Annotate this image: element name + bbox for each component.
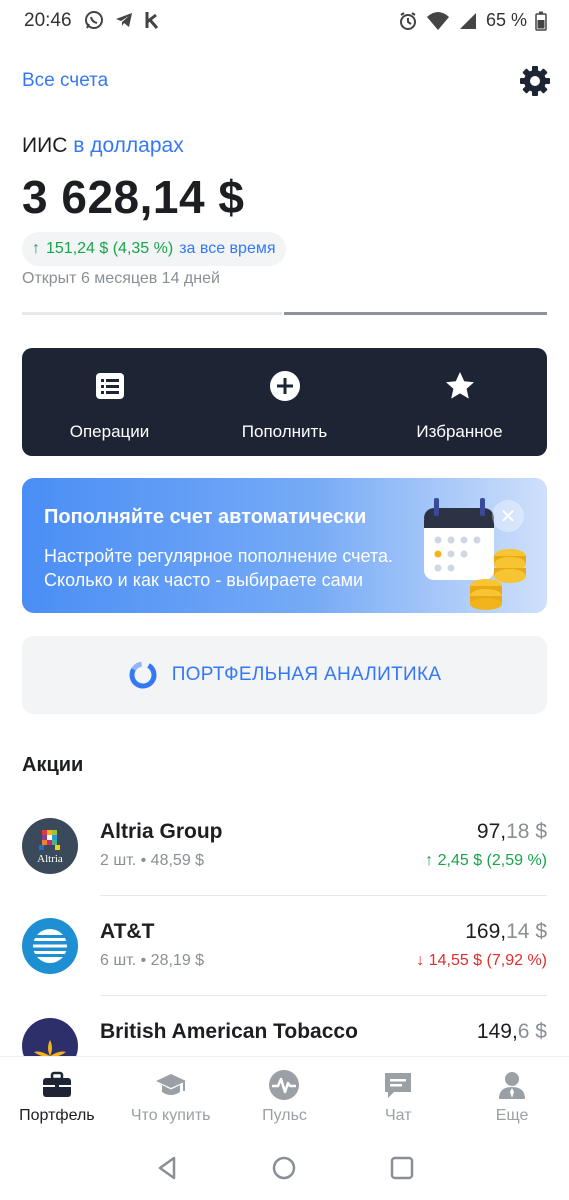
att-globe-logo <box>22 918 78 974</box>
recents-icon[interactable] <box>388 1154 416 1182</box>
whatsapp-icon <box>85 11 103 29</box>
nav-portfolio[interactable]: Портфель <box>0 1057 114 1136</box>
battery-percent: 65 % <box>485 10 527 30</box>
list-icon <box>95 373 124 399</box>
stock-price-cents: 6 $ <box>517 1020 547 1043</box>
nav-what-to-buy-label: Что купить <box>130 1107 211 1124</box>
row-divider <box>100 895 547 896</box>
briefcase-icon <box>42 1071 71 1097</box>
all-accounts-link[interactable]: Все счета <box>22 70 108 92</box>
nav-pulse-label: Пульс <box>262 1107 307 1124</box>
stock-row-att[interactable]: AT&T 6 шт. • 28,19 $ 169,14 $ ↓ 14,55 $ … <box>22 898 547 996</box>
altria-logo: Altria <box>22 818 78 874</box>
stock-price-cents: 18 $ <box>506 820 547 843</box>
gear-icon[interactable] <box>518 64 552 98</box>
wifi-icon <box>426 11 449 30</box>
stock-price-main: 169, <box>465 920 507 943</box>
operations-label: Операции <box>69 422 150 441</box>
banner-text-line-2: Сколько и как часто - выбираете сами <box>44 570 364 590</box>
altria-logo-text: Altria <box>37 853 63 865</box>
favorites-button[interactable]: Избранное <box>372 348 547 456</box>
stock-name: Altria Group <box>100 820 223 843</box>
stock-name: AT&T <box>100 920 155 943</box>
page-indicator <box>22 312 547 315</box>
chat-icon <box>385 1073 412 1098</box>
yield-value: 151,24 $ (4,35 %) <box>46 240 174 257</box>
stock-price-main: 97, <box>476 820 507 843</box>
status-time: 20:46 <box>24 10 72 31</box>
stock-row-altria[interactable]: Altria Altria Group 2 шт. • 48,59 $ 97,1… <box>22 798 547 896</box>
signal-icon <box>459 12 476 29</box>
nav-pulse[interactable]: Пульс <box>228 1057 342 1136</box>
alarm-icon <box>399 11 416 30</box>
page-indicator-segment-2 <box>284 312 547 315</box>
user-icon <box>499 1072 526 1099</box>
banner-title: Пополняйте счет автоматически <box>44 506 367 528</box>
graduation-cap-icon <box>155 1074 186 1095</box>
plus-circle-icon <box>269 371 300 401</box>
account-opened-text: Открыт 6 месяцев 14 дней <box>22 270 220 287</box>
arrow-up-icon: ↑ <box>32 240 40 257</box>
account-name: ИИС <box>22 134 68 157</box>
stock-price-main: 149, <box>476 1020 518 1043</box>
account-balance: 3 628,14 $ <box>22 171 245 223</box>
page-indicator-segment-1 <box>22 312 282 315</box>
banner-text-line-1: Настройте регулярное пополнение счета. <box>44 546 394 566</box>
top-up-label: Пополнить <box>241 422 328 441</box>
stock-name: British American Tobacco <box>100 1020 358 1043</box>
status-notification-icons <box>84 10 160 30</box>
star-icon <box>445 372 474 399</box>
pulse-icon <box>269 1070 300 1100</box>
account-currency-switch[interactable]: в долларах <box>73 134 184 157</box>
row-divider <box>100 995 547 996</box>
stock-price: 169,14 $ <box>465 920 547 944</box>
autopay-banner[interactable]: Пополняйте счет автоматически Настройте … <box>22 478 547 613</box>
stock-price-cents: 14 $ <box>506 920 547 943</box>
nav-what-to-buy[interactable]: Что купить <box>114 1057 228 1136</box>
status-system-icons: 65 % <box>398 10 547 31</box>
status-bar: 20:46 65 % <box>0 0 569 44</box>
home-icon[interactable] <box>270 1154 298 1182</box>
stocks-section-title: Акции <box>22 754 84 776</box>
banner-text: Настройте регулярное пополнение счета. С… <box>44 544 434 592</box>
portfolio-analytics-button[interactable]: ПОРТФЕЛЬНАЯ АНАЛИТИКА <box>22 636 547 714</box>
account-title[interactable]: ИИС в долларах <box>22 134 184 158</box>
system-navigation-bar <box>0 1136 569 1200</box>
close-icon: ✕ <box>499 505 517 528</box>
close-banner-button[interactable]: ✕ <box>492 500 524 532</box>
stock-quantity: 6 шт. • 28,19 $ <box>100 952 205 969</box>
stock-price: 97,18 $ <box>477 820 547 844</box>
operations-button[interactable]: Операции <box>22 348 197 456</box>
top-up-button[interactable]: Пополнить <box>197 348 372 456</box>
nav-more-label: Еще <box>495 1107 529 1124</box>
donut-chart-icon <box>129 661 157 689</box>
telegram-icon <box>116 13 132 27</box>
bottom-navigation: Портфель Что купить Пульс Чат Еще <box>0 1056 569 1136</box>
yield-period[interactable]: за все время <box>179 240 275 258</box>
stock-change: ↓ 14,55 $ (7,92 %) <box>416 952 547 969</box>
portfolio-analytics-label: ПОРТФЕЛЬНАЯ АНАЛИТИКА <box>171 664 442 685</box>
k-app-icon <box>145 12 159 29</box>
favorites-label: Избранное <box>416 422 503 441</box>
yield-badge[interactable]: ↑ 151,24 $ (4,35 %) за все время <box>22 232 286 266</box>
stock-quantity: 2 шт. • 48,59 $ <box>100 852 205 869</box>
nav-chat[interactable]: Чат <box>341 1057 455 1136</box>
back-icon[interactable] <box>154 1154 182 1182</box>
nav-chat-label: Чат <box>385 1107 412 1124</box>
stock-change: ↑ 2,45 $ (2,59 %) <box>425 852 547 869</box>
stock-price: 149,6 $ <box>477 1020 547 1044</box>
battery-icon <box>535 11 547 31</box>
nav-more[interactable]: Еще <box>455 1057 569 1136</box>
actions-panel: Операции Пополнить Избранное <box>22 348 547 456</box>
nav-portfolio-label: Портфель <box>19 1107 95 1124</box>
